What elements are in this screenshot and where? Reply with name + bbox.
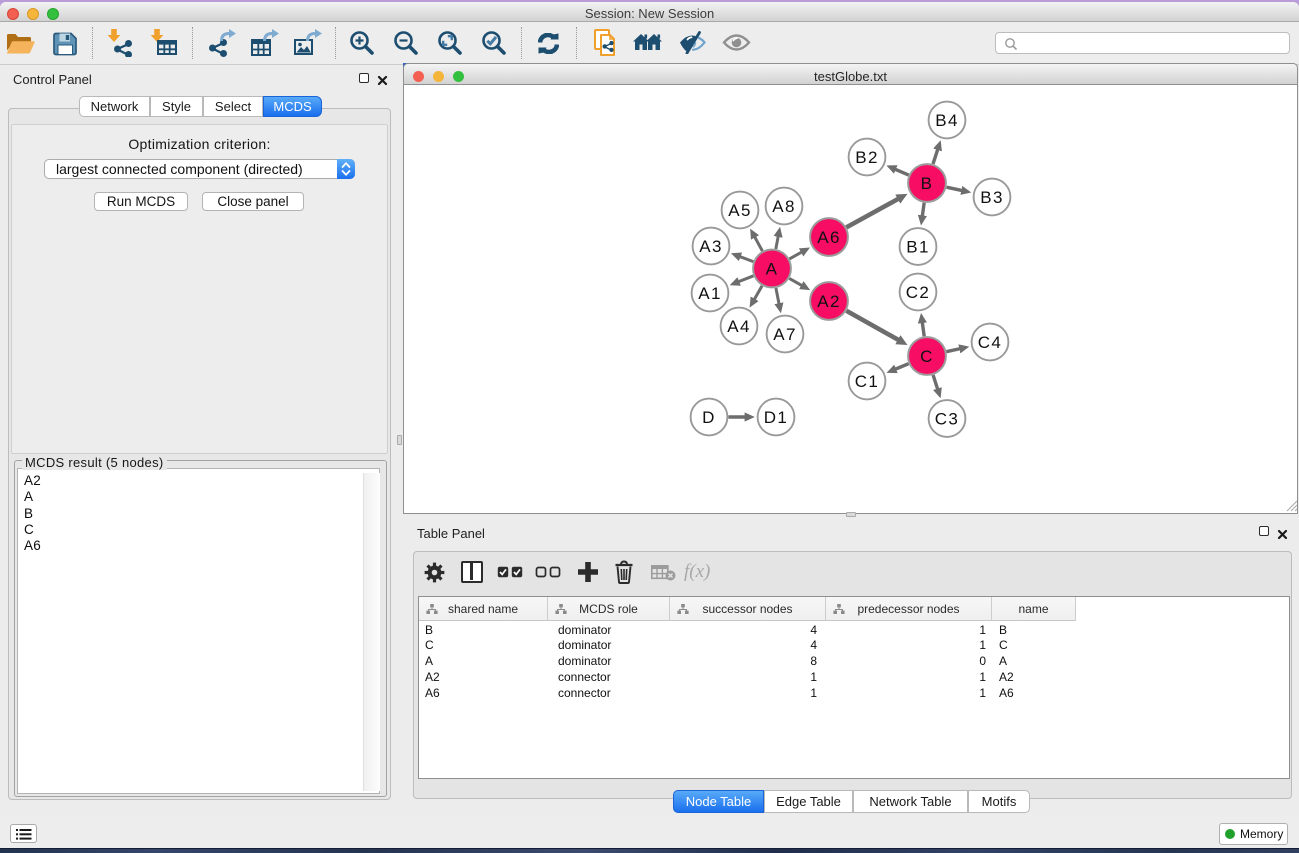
svg-text:C4: C4 (978, 333, 1003, 352)
svg-text:A2: A2 (817, 292, 841, 311)
svg-text:A8: A8 (772, 197, 796, 216)
svg-text:C: C (920, 347, 934, 366)
svg-text:A4: A4 (727, 317, 751, 336)
svg-text:A5: A5 (728, 201, 752, 220)
svg-text:B1: B1 (906, 238, 930, 257)
svg-text:C1: C1 (855, 372, 880, 391)
svg-text:A6: A6 (817, 228, 841, 247)
svg-text:A3: A3 (699, 237, 723, 256)
svg-text:C3: C3 (935, 410, 960, 429)
svg-text:C2: C2 (906, 283, 931, 302)
svg-text:D: D (702, 408, 716, 427)
svg-text:A7: A7 (773, 325, 797, 344)
svg-text:D1: D1 (764, 408, 789, 427)
svg-text:B: B (921, 174, 934, 193)
svg-text:B2: B2 (855, 148, 879, 167)
svg-text:B3: B3 (980, 188, 1004, 207)
svg-text:A: A (766, 260, 779, 279)
svg-text:A1: A1 (698, 284, 722, 303)
svg-text:B4: B4 (935, 111, 959, 130)
